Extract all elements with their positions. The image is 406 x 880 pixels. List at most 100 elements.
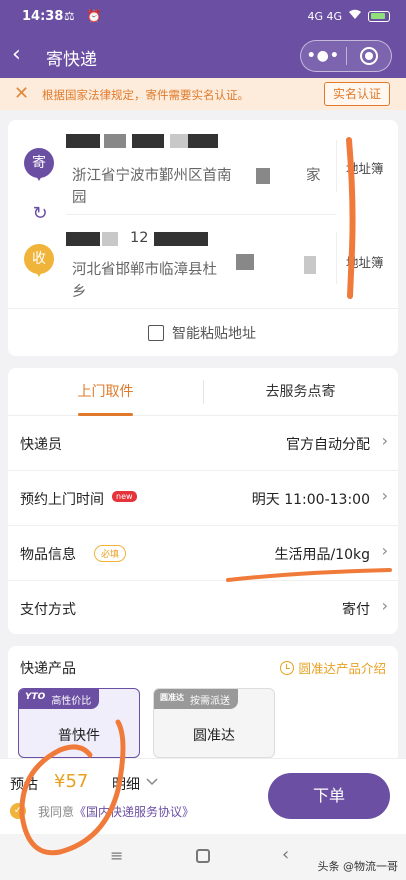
row-value: 明天 11:00-13:00 [251, 492, 370, 508]
row-label: 快递员 [20, 437, 62, 453]
place-order-button[interactable]: 下单 [268, 773, 390, 819]
product-name: 普快件 [58, 728, 100, 744]
home-icon[interactable] [196, 849, 210, 863]
order-bottom-bar: 预估 ¥57 明细 ✓ 我同意《国内快递服务协议》 下单 [0, 758, 406, 834]
divider [336, 232, 337, 284]
product-tag-label: 高性价比 [51, 696, 92, 707]
status-bar: 14:38 ⚖ ⏰ 4G 4G [0, 0, 406, 34]
menu-icon[interactable]: ≡ [110, 846, 123, 865]
pickup-tabs: 上门取件 去服务点寄 [8, 368, 398, 416]
redacted-block [102, 232, 118, 246]
price-detail-toggle[interactable]: 明细 [112, 774, 140, 794]
tab-service-point[interactable]: 去服务点寄 [203, 368, 398, 416]
receiver-address-line2: 乡 [72, 284, 87, 300]
watermark: 头条 @物流一哥 [317, 860, 399, 873]
receiver-name-partial: 12 [130, 230, 149, 246]
agreement-text: 我同意《国内快递服务协议》 [38, 803, 194, 820]
smart-paste-button[interactable]: 智能粘贴地址 [144, 321, 256, 343]
row-value: 寄付 [342, 602, 370, 618]
network-indicator: 4G 4G [307, 9, 342, 23]
redacted-block [154, 232, 208, 246]
redacted-block [66, 134, 100, 148]
agree-checkbox[interactable]: ✓ [10, 803, 26, 819]
wifi-icon [348, 9, 362, 23]
chevron-down-icon[interactable] [146, 771, 158, 791]
redacted-block [132, 134, 164, 148]
divider [336, 140, 337, 192]
agreement-prefix: 我同意 [38, 805, 75, 819]
required-badge: 必填 [94, 545, 127, 562]
redacted-block [236, 254, 254, 270]
paste-icon [144, 321, 164, 341]
pickup-options-card: 上门取件 去服务点寄 快递员 官方自动分配 › 预约上门时间 new 明天 11… [8, 368, 398, 634]
sender-address-line2: 园 [72, 190, 87, 206]
clock-icon [280, 660, 295, 675]
receiver-pin-icon: 收 [24, 244, 54, 277]
status-time: 14:38 [22, 9, 64, 24]
product-tag-label: 按需派送 [190, 696, 230, 707]
sender-address-book-button[interactable]: 地址簿 [346, 158, 384, 177]
express-product-card: 快递产品 圆准达产品介绍 YTO 高性价比 普快件 圆准达 按需派送 圆准达 [8, 646, 398, 758]
address-divider [66, 214, 336, 215]
row-label: 预约上门时间 [20, 492, 104, 508]
smart-paste-label: 智能粘贴地址 [172, 326, 256, 342]
chevron-right-icon: › [381, 431, 388, 450]
realname-notice: ✕ 根据国家法律规定，寄件需要实名认证。 实名认证 [0, 78, 406, 110]
product-intro-link[interactable]: 圆准达产品介绍 [280, 658, 386, 677]
product-tag: YTO 高性价比 [19, 689, 100, 709]
tab-door-pickup[interactable]: 上门取件 [8, 368, 203, 416]
row-label: 支付方式 [20, 602, 76, 618]
new-badge: new [112, 491, 137, 502]
redacted-block [104, 134, 126, 148]
receiver-address-book-button[interactable]: 地址簿 [346, 252, 384, 271]
sender-address-tail: 家 [306, 168, 321, 184]
chevron-right-icon: › [381, 486, 388, 505]
estimate-label: 预估 [10, 777, 38, 793]
payment-row[interactable]: 支付方式 寄付 › [8, 581, 398, 634]
row-value: 生活用品/10kg [274, 547, 370, 563]
sender-address-line1: 浙江省宁波市鄞州区首南 [72, 168, 232, 184]
chevron-right-icon: › [381, 596, 388, 615]
more-icon[interactable]: •●• [301, 48, 346, 64]
miniprogram-capsule: •●• [300, 40, 392, 72]
pickup-time-row[interactable]: 预约上门时间 new 明天 11:00-13:00 › [8, 471, 398, 526]
estimated-price: ¥57 [54, 771, 89, 792]
nav-bar: ‹ 寄快递 •●• [0, 34, 406, 78]
smart-paste-row[interactable]: 智能粘贴地址 [8, 308, 398, 356]
close-icon[interactable]: ✕ [14, 83, 29, 104]
page-title: 寄快递 [46, 50, 97, 70]
status-indicators: 4G 4G [307, 9, 390, 23]
sender-pin-icon: 寄 [24, 148, 54, 181]
system-navigation-bar: ≡ ‹ 头条 @物流一哥 [0, 834, 406, 880]
yuanzhunda-logo-icon: 圆准达 [160, 693, 184, 702]
back-icon[interactable]: ‹ [282, 844, 289, 865]
battery-icon [368, 10, 390, 22]
item-info-row[interactable]: 物品信息 必填 生活用品/10kg › [8, 526, 398, 581]
courier-row[interactable]: 快递员 官方自动分配 › [8, 416, 398, 471]
product-section-title: 快递产品 [20, 661, 76, 677]
row-label: 物品信息 [20, 547, 76, 563]
redacted-block [304, 256, 316, 274]
redacted-block [188, 134, 218, 148]
product-tag: 圆准达 按需派送 [154, 689, 238, 709]
chevron-right-icon: › [381, 541, 388, 560]
redacted-block [256, 168, 270, 184]
target-icon [359, 47, 378, 65]
receiver-address-line1: 河北省邯郸市临漳县杜 [72, 262, 217, 278]
agreement-link[interactable]: 《国内快递服务协议》 [74, 805, 194, 819]
swap-icon[interactable]: ↻ [28, 202, 52, 226]
close-miniprogram-button[interactable] [347, 47, 392, 65]
address-card: 寄 浙江省宁波市鄞州区首南 家 园 地址簿 ↻ 收 12 河北省邯郸市临漳县杜 … [8, 120, 398, 356]
redacted-block [170, 134, 188, 148]
product-option-yuanzhunda[interactable]: 圆准达 按需派送 圆准达 [153, 688, 275, 758]
row-value: 官方自动分配 [286, 437, 370, 453]
back-icon[interactable]: ‹ [12, 42, 21, 68]
yto-logo-icon: YTO [25, 692, 46, 702]
notification-icons: ⚖ ⏰ [64, 9, 106, 23]
redacted-block [66, 232, 100, 246]
product-intro-label: 圆准达产品介绍 [298, 661, 386, 676]
notice-text: 根据国家法律规定，寄件需要实名认证。 [42, 88, 249, 102]
product-name: 圆准达 [193, 728, 235, 744]
realname-auth-button[interactable]: 实名认证 [324, 82, 390, 106]
product-option-standard[interactable]: YTO 高性价比 普快件 [18, 688, 140, 758]
